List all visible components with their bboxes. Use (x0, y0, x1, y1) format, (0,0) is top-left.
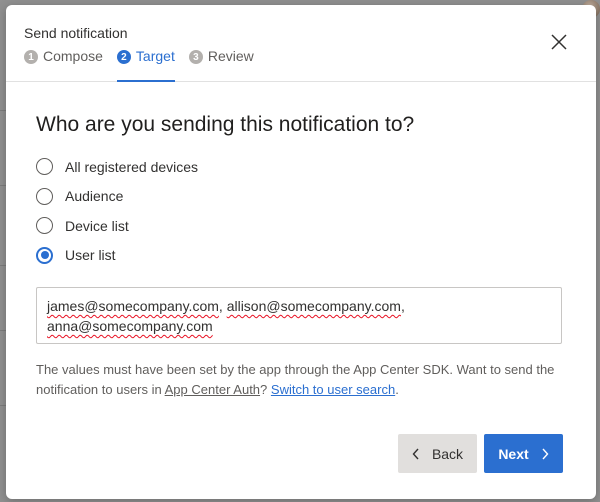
radio-device-list[interactable]: Device list (36, 211, 198, 241)
app-center-auth-link[interactable]: App Center Auth (165, 382, 260, 397)
dialog-title: Send notification (24, 25, 128, 41)
email-token: allison@somecompany.com (226, 298, 401, 314)
target-radio-group: All registered devices Audience Device l… (36, 152, 198, 270)
step-number: 3 (188, 50, 203, 64)
step-number: 2 (116, 50, 131, 64)
close-icon[interactable] (550, 33, 568, 51)
send-notification-dialog: Send notification 1 Compose 2 Target 3 R… (6, 5, 596, 499)
separator: , (218, 298, 227, 314)
email-token: james@somecompany.com (47, 298, 219, 314)
step-label: Compose (43, 48, 103, 64)
back-button[interactable]: Back (398, 434, 477, 473)
radio-label: All registered devices (65, 158, 199, 175)
radio-user-list[interactable]: User list (36, 241, 198, 271)
chevron-left-icon (412, 448, 419, 459)
radio-label: User list (65, 247, 116, 264)
radio-button[interactable] (36, 158, 53, 176)
email-token: anna@somecompany.com (47, 318, 213, 334)
radio-audience[interactable]: Audience (36, 182, 198, 212)
help-text-part: ? (260, 382, 268, 397)
next-button-label: Next (498, 445, 529, 462)
separator: , (400, 298, 405, 314)
step-target[interactable]: 2 Target (116, 48, 175, 82)
step-label: Review (207, 48, 254, 64)
help-text-part: . (395, 382, 399, 397)
radio-button-selected[interactable] (36, 246, 53, 264)
step-compose[interactable]: 1 Compose (24, 48, 103, 82)
radio-button[interactable] (36, 217, 53, 235)
dialog-header: Send notification 1 Compose 2 Target 3 R… (6, 5, 596, 82)
help-text: The values must have been set by the app… (36, 360, 566, 400)
step-review[interactable]: 3 Review (188, 48, 254, 82)
step-number: 1 (24, 50, 38, 64)
radio-label: Device list (65, 217, 129, 234)
step-label: Target (135, 48, 175, 64)
page-title: Who are you sending this notification to… (36, 113, 415, 136)
radio-button[interactable] (36, 187, 53, 205)
switch-to-user-search-link[interactable]: Switch to user search (271, 382, 395, 397)
wizard-steps: 1 Compose 2 Target 3 Review (24, 48, 268, 82)
back-button-label: Back (431, 445, 464, 462)
radio-all-registered-devices[interactable]: All registered devices (36, 152, 198, 182)
radio-label: Audience (65, 188, 124, 205)
user-list-input[interactable]: james@somecompany.com, allison@somecompa… (36, 287, 562, 344)
chevron-right-icon (542, 448, 549, 459)
help-text-part: The values must have been set by the app… (36, 362, 453, 377)
next-button[interactable]: Next (484, 434, 563, 473)
